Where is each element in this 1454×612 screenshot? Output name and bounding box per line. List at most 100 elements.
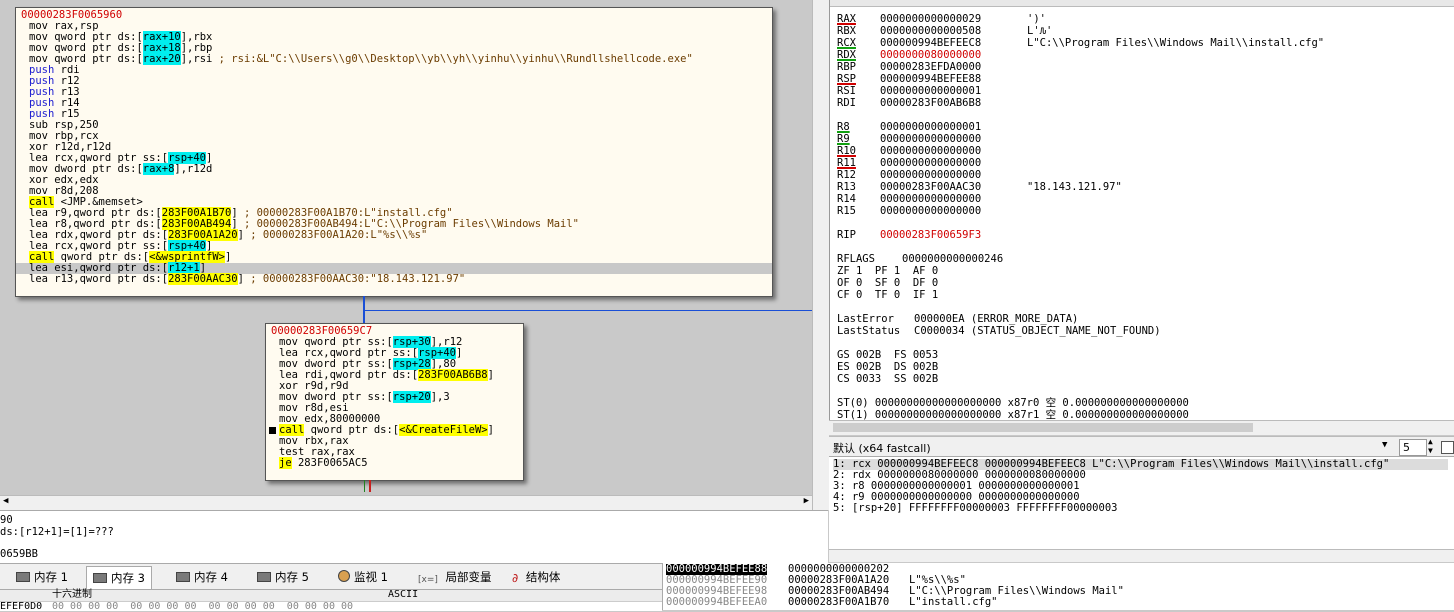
branch-arrow [364,480,365,492]
stack-comment: L"install.cfg" [909,596,998,608]
register-comment: L'Ԉ' [1027,25,1053,37]
struct-icon: ∂ [512,571,519,585]
register-name: RIP [837,229,856,241]
callconv-args: 1: rcx 000000994BEFEEC8 000000994BEFEEC8… [829,456,1454,562]
mnemonic: lea [29,273,48,285]
stack-address[interactable]: 000000994BEFEEA0 [666,597,767,608]
chevron-down-icon[interactable]: ▼ [1382,440,1387,450]
registers-panel: RAX 0000000000000029 ')' RBX 000000000000050… [829,0,1454,435]
registers-scrollbar[interactable] [829,420,1454,435]
register-value[interactable]: 0000000000000001 [880,121,981,133]
segment-row[interactable]: CS 0033 SS 002B [837,373,938,385]
register-value[interactable]: 0000000000000000 [880,169,981,181]
tab-memory-5[interactable]: 内存 5 [257,568,309,586]
graph-horizontal-scrollbar[interactable]: ◀ ▶ [0,495,812,510]
memory-icon [93,573,107,583]
register-value[interactable]: 0000000000000000 [880,193,981,205]
flags-row[interactable]: OF 0 SF 0 DF 0 [837,277,938,289]
memory-icon [16,572,30,582]
asm-line[interactable]: mov rbp,rcx [16,131,772,142]
register-name: RDI [837,97,856,109]
register-value[interactable]: 00000283F00659F3 [880,229,981,241]
register-value[interactable]: 00000283F00AAC30 [880,181,981,193]
asm-line[interactable]: push r13 [16,87,772,98]
lock-checkbox[interactable] [1441,441,1454,454]
register-value[interactable]: 000000994BEFEE88 [880,73,981,85]
tab-memory-4[interactable]: 内存 4 [176,568,228,586]
mnemonic: je [279,457,292,469]
info-line: 0659BB [0,548,38,560]
register-comment: "18.143.121.97" [1027,181,1122,193]
flags-row[interactable]: ZF 1 PF 1 AF 0 [837,265,938,277]
asm-line[interactable]: je 283F0065AC5 [266,457,523,469]
callconv-scrollbar[interactable] [829,549,1454,562]
graph-vertical-scrollbar[interactable] [812,0,829,510]
register-value[interactable]: 0000000000000000 [880,157,981,169]
asm-line[interactable]: push r14 [16,98,772,109]
flags-row[interactable]: CF 0 TF 0 IF 1 [837,289,938,301]
branch-arrow [369,480,371,492]
scrollbar-thumb[interactable] [833,423,1253,432]
memory-dump[interactable]: 十六进制 ASCII EFEF0D0 00 00 00 00 00 00 00 … [0,589,662,612]
tab-memory-1[interactable]: 内存 1 [16,568,68,586]
graph-view[interactable]: 00000283F0065960 mov rax,rsp mov qword pt… [0,0,812,495]
asm-line[interactable]: push r12 [16,76,772,87]
memory-icon [176,572,190,582]
dump-row-hex: 00 00 00 00 00 00 00 00 00 00 00 00 00 0… [52,601,354,612]
dump-tabs: 内存 1 内存 3 内存 4 内存 5 监视 1 [x=] 局部变量 ∂ 结构体 [0,563,662,590]
segment-row[interactable]: ES 002B DS 002B [837,361,938,373]
tab-struct[interactable]: ∂ 结构体 [512,568,560,586]
asm-line[interactable]: push rdi [16,65,772,76]
memory-icon [257,572,271,582]
register-value[interactable]: 0000000000000246 [902,253,1003,265]
register-value[interactable]: 0000000080000000 [880,49,981,61]
stack-panel[interactable]: 000000994BEFEE88 0000000000000202 00000099… [662,563,1454,610]
registers-toolbar [830,0,1454,7]
register-name: RBX [837,25,856,37]
ascii-column-header: ASCII [388,589,419,600]
register-value[interactable]: 0000000000000001 [880,85,981,97]
locals-icon: [x=] [418,575,438,585]
comment: ; 00000283F00AAC30:"18.143.121.97" [243,273,466,285]
stack-value[interactable]: 00000283F00A1B70 [788,597,889,608]
asm-line[interactable]: mov dword ptr ds:[rax+8],r12d [16,163,772,175]
register-name: RFLAGS [837,253,875,265]
last-error-label: LastError [837,313,894,325]
register-value[interactable]: 0000000000000029 [880,13,981,25]
asm-line[interactable]: mov qword ptr ds:[rax+20],rsi ; rsi:&L"C… [16,53,772,65]
info-line: 90 [0,514,13,526]
asm-line[interactable]: sub rsp,250 [16,120,772,131]
register-value[interactable]: 00000283F00AB6B8 [880,97,981,109]
register-value[interactable]: 0000000000000000 [880,145,981,157]
tab-locals[interactable]: [x=] 局部变量 [418,568,492,586]
register-value[interactable]: 0000000000000000 [880,133,981,145]
segment-row[interactable]: GS 002B FS 0053 [837,349,938,361]
code-block-1[interactable]: 00000283F0065960 mov rax,rsp mov qword pt… [15,7,773,297]
register-value[interactable]: 00000283EFDA0000 [880,61,981,73]
tab-memory-3[interactable]: 内存 3 [86,566,152,589]
fpu-row[interactable]: ST(0) 00000000000000000000 x87r0 空 0.000… [837,397,1189,409]
asm-line[interactable]: lea r13,qword ptr ds:[283F00AAC30] ; 000… [16,273,772,285]
scroll-right-icon[interactable]: ▶ [804,496,809,506]
breakpoint-icon[interactable] [269,427,276,434]
register-value[interactable]: 0000000000000508 [880,25,981,37]
arg-row[interactable]: 5: [rsp+20] FFFFFFFF00000003 FFFFFFFF000… [833,503,1117,514]
register-name: R14 [837,193,856,205]
callconv-select[interactable]: 默认 (x64 fastcall) [833,440,931,456]
register-name: RDX [837,49,856,61]
last-error-label: LastStatus [837,325,901,337]
register-name: R15 [837,205,856,217]
code-block-2[interactable]: 00000283F00659C7 mov qword ptr ss:[rsp+3… [265,323,524,481]
scroll-left-icon[interactable]: ◀ [3,496,8,506]
register-name: RCX [837,37,856,49]
asm-line[interactable]: xor edx,edx [16,175,772,186]
comment: ; 00000283F00A1A20:L"%s\\%s" [243,229,428,241]
spinner-arrows-icon[interactable]: ▲ ▼ [1428,437,1433,455]
tab-watch-1[interactable]: 监视 1 [338,568,388,586]
register-comment: ')' [1027,13,1046,25]
asm-line[interactable]: push r15 [16,109,772,120]
arg-count-spinner[interactable]: 5 [1399,439,1427,456]
operands: r13,qword ptr ds:[283F00AAC30] [47,273,244,285]
register-value[interactable]: 0000000000000000 [880,205,981,217]
register-value[interactable]: 000000994BEFEEC8 [880,37,981,49]
